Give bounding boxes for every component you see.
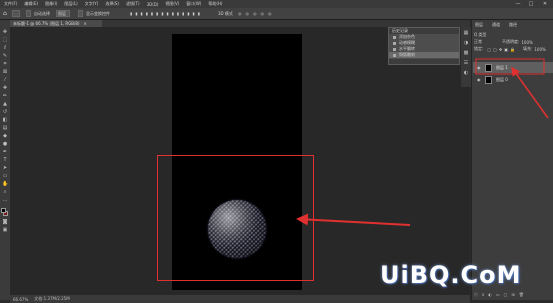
annotation-layer-box [475, 58, 545, 75]
annotation-arrow-canvas [296, 213, 411, 226]
site-watermark: UiBQ.CoM [380, 261, 522, 289]
annotation-arrow-layer [511, 66, 549, 119]
